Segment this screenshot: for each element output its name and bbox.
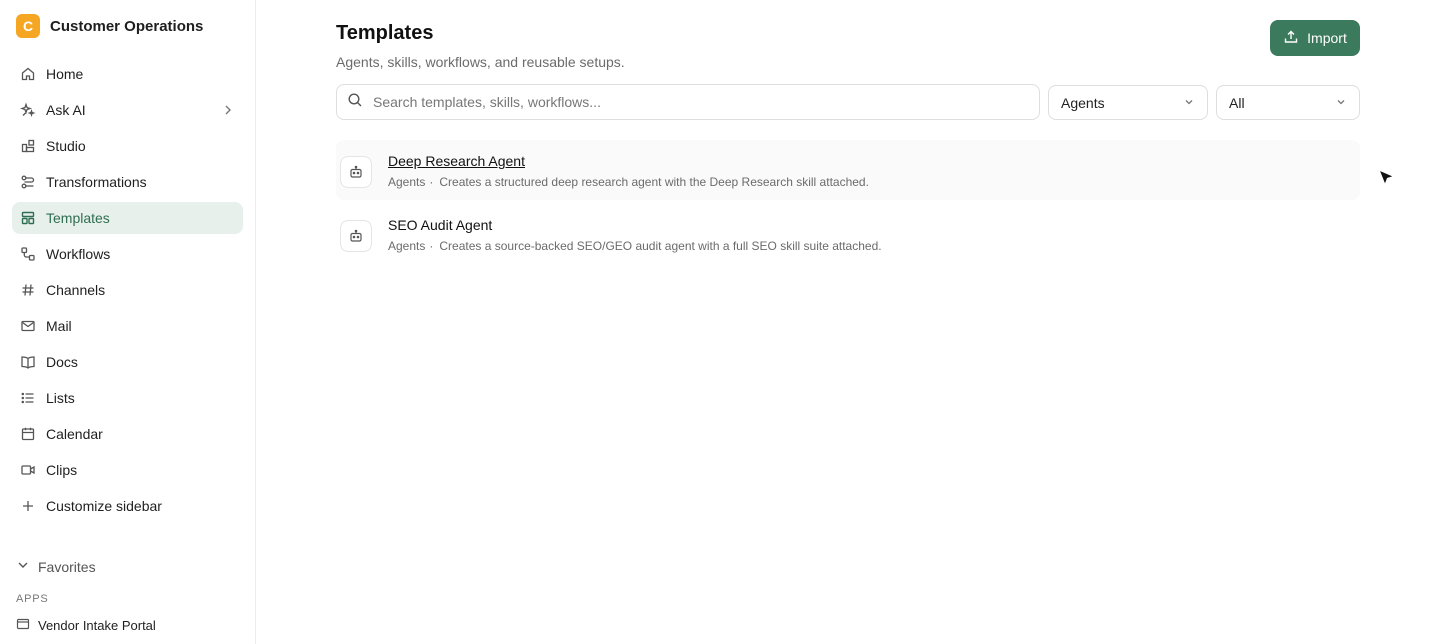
- sidebar-item-label: Docs: [46, 354, 78, 370]
- sidebar-item-mail[interactable]: Mail: [12, 310, 243, 342]
- templates-list: Deep Research Agent Agents · Creates a str…: [336, 140, 1360, 268]
- sidebar-item-lists[interactable]: Lists: [12, 382, 243, 414]
- hash-icon: [20, 282, 36, 298]
- sidebar-item-label: Transformations: [46, 174, 147, 190]
- sidebar-item-docs[interactable]: Docs: [12, 346, 243, 378]
- app-item-vendor-intake-portal[interactable]: Vendor Intake Portal: [16, 617, 156, 634]
- import-button[interactable]: Import: [1270, 20, 1360, 56]
- template-description: Creates a source-backed SEO/GEO audit ag…: [439, 239, 882, 253]
- sidebar-item-ask-ai[interactable]: Ask AI: [12, 94, 243, 126]
- sidebar: C Customer Operations Home Ask AI Studio…: [0, 0, 256, 644]
- sparkle-icon: [20, 102, 36, 118]
- upload-icon: [1283, 29, 1299, 48]
- template-row[interactable]: Deep Research Agent Agents · Creates a str…: [336, 140, 1360, 200]
- sidebar-item-label: Customize sidebar: [46, 498, 162, 514]
- template-meta: Agents · Creates a source-backed SEO/GEO a…: [388, 239, 882, 253]
- sidebar-item-customize[interactable]: Customize sidebar: [12, 490, 243, 522]
- type-filter-value: Agents: [1061, 94, 1105, 111]
- status-filter-value: All: [1229, 94, 1245, 111]
- template-category: Agents: [388, 175, 426, 189]
- sidebar-item-workflows[interactable]: Workflows: [12, 238, 243, 270]
- list-icon: [20, 390, 36, 406]
- search-input[interactable]: [373, 94, 1013, 110]
- calendar-icon: [20, 426, 36, 442]
- workspace-badge: C: [16, 14, 40, 38]
- mouse-pointer-icon: [1378, 169, 1395, 186]
- sidebar-item-clips[interactable]: Clips: [12, 454, 243, 486]
- sidebar-item-label: Lists: [46, 390, 75, 406]
- template-name[interactable]: Deep Research Agent: [388, 153, 525, 169]
- mail-icon: [20, 318, 36, 334]
- chevron-down-icon: [1183, 95, 1195, 111]
- transform-icon: [20, 174, 36, 190]
- sidebar-item-transformations[interactable]: Transformations: [12, 166, 243, 198]
- video-icon: [20, 462, 36, 478]
- sidebar-item-label: Mail: [46, 318, 72, 334]
- sidebar-item-label: Workflows: [46, 246, 111, 262]
- chevron-down-icon: [1335, 95, 1347, 111]
- bot-icon: [340, 156, 372, 188]
- type-filter-select[interactable]: Agents: [1048, 85, 1208, 120]
- search-icon: [347, 92, 363, 113]
- sidebar-item-calendar[interactable]: Calendar: [12, 418, 243, 450]
- home-icon: [20, 66, 36, 82]
- sidebar-item-label: Home: [46, 66, 84, 82]
- sidebar-item-label: Ask AI: [46, 102, 86, 118]
- book-icon: [20, 354, 36, 370]
- bot-icon: [340, 220, 372, 252]
- status-filter-select[interactable]: All: [1216, 85, 1360, 120]
- template-description: Creates a structured deep research agent…: [439, 175, 869, 189]
- main-content: Templates Agents, skills, workflows, and…: [256, 0, 1440, 644]
- plus-icon: [20, 498, 36, 514]
- favorites-label: Favorites: [38, 558, 96, 575]
- sidebar-item-templates[interactable]: Templates: [12, 202, 243, 234]
- sidebar-item-label: Calendar: [46, 426, 103, 442]
- template-meta: Agents · Creates a structured deep researc…: [388, 175, 869, 189]
- template-category: Agents: [388, 239, 426, 253]
- sidebar-item-label: Templates: [46, 210, 110, 226]
- sidebar-item-studio[interactable]: Studio: [12, 130, 243, 162]
- sidebar-nav: Home Ask AI Studio Transformations Templ…: [12, 58, 243, 526]
- page-title: Templates: [336, 22, 434, 44]
- workspace-name: Customer Operations: [50, 17, 204, 35]
- sidebar-item-label: Clips: [46, 462, 78, 478]
- sidebar-item-channels[interactable]: Channels: [12, 274, 243, 306]
- blocks-icon: [20, 138, 36, 154]
- apps-section-label: APPS: [16, 593, 49, 605]
- sidebar-item-label: Studio: [46, 138, 86, 154]
- favorites-toggle[interactable]: Favorites: [16, 558, 96, 575]
- chevron-down-icon: [16, 558, 30, 575]
- meta-separator: ·: [429, 239, 434, 253]
- search-box: [336, 84, 1040, 120]
- workspace-switcher[interactable]: C Customer Operations: [16, 14, 203, 38]
- page-subtitle: Agents, skills, workflows, and reusable …: [336, 54, 625, 70]
- chevron-right-icon[interactable]: [221, 103, 235, 117]
- sidebar-item-label: Channels: [46, 282, 106, 298]
- app-window-icon: [16, 617, 30, 634]
- workflow-icon: [20, 246, 36, 262]
- template-name[interactable]: SEO Audit Agent: [388, 217, 492, 233]
- meta-separator: ·: [429, 175, 434, 189]
- template-row[interactable]: SEO Audit Agent Agents · Creates a source-…: [336, 204, 1360, 264]
- sidebar-item-home[interactable]: Home: [12, 58, 243, 90]
- import-button-label: Import: [1307, 30, 1347, 46]
- templates-icon: [20, 210, 36, 226]
- app-item-label: Vendor Intake Portal: [38, 618, 156, 633]
